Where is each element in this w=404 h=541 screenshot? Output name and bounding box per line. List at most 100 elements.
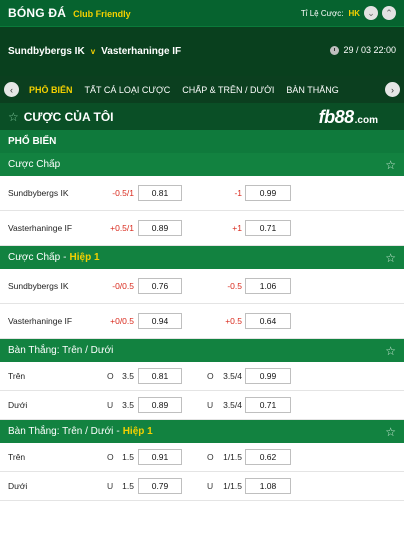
- over-under-marker: U: [107, 400, 114, 410]
- match-time: 29 / 03 22:00: [330, 45, 396, 55]
- market-title: Cược Chấp: [8, 252, 61, 263]
- market-header: Cược Chấp - Hiệp 1 ☆: [0, 246, 404, 269]
- section-title: PHỔ BIẾN: [0, 130, 404, 153]
- handicap-line: +0.5: [225, 316, 242, 326]
- over-under-marker: O: [107, 371, 114, 381]
- home-team: Sundbybergs IK: [8, 46, 85, 57]
- market-header: Cược Chấp ☆: [0, 153, 404, 176]
- market-title: Bàn Thắng: Trên / Dưới: [8, 426, 114, 437]
- table-row: Trên O 3.5 0.81 O 3.5/4 0.99: [0, 362, 404, 391]
- my-bets-bar[interactable]: ☆ CƯỢC CỦA TÔI fb88 .com: [0, 103, 404, 130]
- handicap-line: +0.5/1: [110, 223, 134, 233]
- outcome-label: Trên: [8, 371, 26, 381]
- over-under-marker: O: [207, 452, 214, 462]
- outcome-label: Trên: [8, 452, 26, 462]
- team-name: Vasterhaninge IF: [8, 316, 73, 326]
- odds-button[interactable]: 0.71: [245, 397, 291, 413]
- sport-title: BÓNG ĐÁ: [8, 6, 67, 20]
- tab-handicap-over-under[interactable]: CHẤP & TRÊN / DƯỚI: [182, 85, 274, 95]
- market-handicap-first-half: Cược Chấp - Hiệp 1 ☆ Sundbybergs IK -0/0…: [0, 246, 404, 339]
- favorite-star-icon[interactable]: ☆: [385, 251, 396, 265]
- outcome-label: Dưới: [8, 481, 28, 491]
- table-row: Sundbybergs IK -0.5/1 0.81 -1 0.99: [0, 176, 404, 211]
- market-over-under-first-half: Bàn Thắng: Trên / Dưới - Hiệp 1 ☆ Trên O…: [0, 420, 404, 501]
- favorite-star-icon[interactable]: ☆: [385, 158, 396, 172]
- odds-button[interactable]: 0.62: [245, 449, 291, 465]
- over-under-marker: O: [107, 452, 114, 462]
- top-bar: BÓNG ĐÁ Club Friendly Tỉ Lệ Cược: HK ⌄ ⌃: [0, 0, 404, 26]
- handicap-line: +1: [232, 223, 242, 233]
- chevron-left-icon[interactable]: ‹: [4, 82, 19, 97]
- my-bets-label[interactable]: CƯỢC CỦA TÔI: [24, 110, 114, 124]
- odds-button[interactable]: 0.91: [138, 449, 182, 465]
- market-tabs: ‹ PHỔ BIẾN TẤT CẢ LOẠI CƯỢC CHẤP & TRÊN …: [0, 76, 404, 103]
- team-name: Sundbybergs IK: [8, 281, 69, 291]
- logo-domain: .com: [354, 115, 378, 126]
- tab-list: PHỔ BIẾN TẤT CẢ LOẠI CƯỢC CHẤP & TRÊN / …: [29, 85, 400, 95]
- odds-button[interactable]: 0.89: [138, 220, 182, 236]
- over-under-marker: U: [107, 481, 114, 491]
- favorite-star-icon[interactable]: ☆: [385, 425, 396, 439]
- odds-format-value[interactable]: HK: [348, 9, 360, 18]
- star-icon: ☆: [8, 109, 19, 124]
- over-under-marker: U: [207, 481, 214, 491]
- odds-button[interactable]: 1.08: [245, 478, 291, 494]
- away-team: Vasterhaninge IF: [101, 46, 182, 57]
- tab-goals[interactable]: BÀN THẮNG: [286, 85, 338, 95]
- chevron-right-icon[interactable]: ›: [385, 82, 400, 97]
- goal-line: 1.5: [122, 452, 134, 462]
- odds-button[interactable]: 0.76: [138, 278, 182, 294]
- market-period: Hiệp 1: [122, 426, 153, 437]
- goal-line: 1.5: [122, 481, 134, 491]
- goal-line: 3.5: [122, 400, 134, 410]
- tab-popular[interactable]: PHỔ BIẾN: [29, 85, 73, 95]
- odds-button[interactable]: 0.94: [138, 313, 182, 329]
- match-datetime: 29 / 03 22:00: [343, 45, 396, 55]
- odds-format-selector[interactable]: Tỉ Lệ Cược: HK ⌄ ⌃: [301, 6, 396, 20]
- odds-button[interactable]: 0.71: [245, 220, 291, 236]
- odds-button[interactable]: 1.06: [245, 278, 291, 294]
- table-row: Dưới U 3.5 0.89 U 3.5/4 0.71: [0, 391, 404, 420]
- table-row: Vasterhaninge IF +0/0.5 0.94 +0.5 0.64: [0, 304, 404, 339]
- over-under-marker: O: [207, 371, 214, 381]
- handicap-line: -0/0.5: [112, 281, 134, 291]
- favorite-star-icon[interactable]: ☆: [385, 344, 396, 358]
- odds-button[interactable]: 0.89: [138, 397, 182, 413]
- table-row: Dưới U 1.5 0.79 U 1/1.5 1.08: [0, 472, 404, 501]
- goal-line: 1/1.5: [223, 481, 242, 491]
- brand-logo: fb88 .com: [319, 107, 378, 128]
- league-subtitle[interactable]: Club Friendly: [73, 9, 131, 19]
- collapse-icon[interactable]: ⌃: [382, 6, 396, 20]
- tab-all-bets[interactable]: TẤT CẢ LOẠI CƯỢC: [85, 85, 171, 95]
- table-row: Vasterhaninge IF +0.5/1 0.89 +1 0.71: [0, 211, 404, 246]
- odds-button[interactable]: 0.64: [245, 313, 291, 329]
- goal-line: 3.5: [122, 371, 134, 381]
- odds-button[interactable]: 0.81: [138, 185, 182, 201]
- table-row: Trên O 1.5 0.91 O 1/1.5 0.62: [0, 443, 404, 472]
- goal-line: 3.5/4: [223, 371, 242, 381]
- team-name: Vasterhaninge IF: [8, 223, 73, 233]
- handicap-line: -1: [234, 188, 242, 198]
- goal-line: 3.5/4: [223, 400, 242, 410]
- handicap-line: -0.5/1: [112, 188, 134, 198]
- market-header: Bàn Thắng: Trên / Dưới - Hiệp 1 ☆: [0, 420, 404, 443]
- market-handicap: Cược Chấp ☆ Sundbybergs IK -0.5/1 0.81 -…: [0, 153, 404, 246]
- chevron-down-icon[interactable]: ⌄: [364, 6, 378, 20]
- market-title: Cược Chấp: [8, 159, 61, 170]
- clock-icon: [330, 45, 340, 55]
- odds-button[interactable]: 0.79: [138, 478, 182, 494]
- market-title: Bàn Thắng: Trên / Dưới: [8, 345, 114, 356]
- odds-button[interactable]: 0.99: [245, 185, 291, 201]
- odds-button[interactable]: 0.99: [245, 368, 291, 384]
- market-over-under: Bàn Thắng: Trên / Dưới ☆ Trên O 3.5 0.81…: [0, 339, 404, 420]
- market-period: Hiệp 1: [69, 252, 100, 263]
- goal-line: 1/1.5: [223, 452, 242, 462]
- outcome-label: Dưới: [8, 400, 28, 410]
- table-row: Sundbybergs IK -0/0.5 0.76 -0.5 1.06: [0, 269, 404, 304]
- versus-label: v: [90, 47, 96, 56]
- over-under-marker: U: [207, 400, 214, 410]
- odds-button[interactable]: 0.81: [138, 368, 182, 384]
- handicap-line: -0.5: [227, 281, 242, 291]
- odds-format-label: Tỉ Lệ Cược:: [300, 8, 344, 18]
- market-header: Bàn Thắng: Trên / Dưới ☆: [0, 339, 404, 362]
